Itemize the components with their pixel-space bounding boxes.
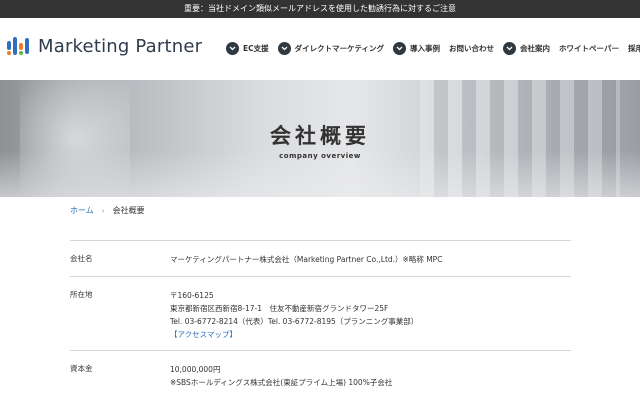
value-line: ※SBSホールディングス株式会社(東証プライム上場) 100%子会社	[170, 378, 393, 387]
nav-item-label: 会社案内	[520, 43, 551, 53]
chevron-right-icon: ›	[101, 206, 105, 215]
chevron-down-icon	[226, 41, 239, 55]
value-line: 10,000,000円	[170, 365, 221, 374]
value-line: マーケティングパートナー株式会社（Marketing Partner Co.,L…	[170, 255, 443, 264]
access-map-link[interactable]: 【アクセスマップ】	[170, 328, 571, 341]
breadcrumb: ホーム › 会社概要	[70, 205, 145, 216]
value-line: Tel. 03-6772-8214（代表）Tel. 03-6772-8195（プ…	[170, 317, 419, 326]
chevron-down-icon	[277, 41, 291, 55]
nav-item-label: ダイレクトマーケティング	[294, 43, 385, 53]
nav-item-label: 採用	[627, 43, 640, 53]
notice-text[interactable]: 重要：当社ドメイン類似メールアドレスを使用した勧誘行為に対するご注意	[184, 4, 456, 13]
main-nav: EC支援 ダイレクトマーケティング 導入事例 お問い合わせ 会社案内 ホワイトペ…	[226, 40, 640, 56]
breadcrumb-home-link[interactable]: ホーム	[70, 205, 94, 216]
hero-banner: 会社概要 company overview	[0, 80, 640, 197]
value-line: 東京都新宿区西新宿8-17-1 住友不動産新宿グランドタワー25F	[170, 304, 389, 313]
value-line: 〒160-6125	[170, 291, 214, 300]
page-subtitle: company overview	[279, 152, 361, 160]
nav-item-whitepaper[interactable]: ホワイトペーパー	[559, 43, 619, 54]
info-row-company-name: 会社名 マーケティングパートナー株式会社（Marketing Partner C…	[70, 240, 571, 276]
nav-item-label: EC支援	[243, 43, 269, 53]
nav-item-ec[interactable]: EC支援	[226, 41, 269, 55]
row-label: 会社名	[70, 254, 93, 263]
brand-name: Marketing Partner	[38, 35, 203, 57]
nav-item-case-studies[interactable]: 導入事例	[393, 41, 441, 55]
nav-item-label: お問い合わせ	[449, 43, 495, 53]
company-info-table: 会社名 マーケティングパートナー株式会社（Marketing Partner C…	[70, 240, 571, 400]
info-row-capital: 資本金 10,000,000円 ※SBSホールディングス株式会社(東証プライム上…	[70, 350, 571, 400]
notice-banner[interactable]: 重要：当社ドメイン類似メールアドレスを使用した勧誘行為に対するご注意	[0, 0, 640, 18]
nav-item-company[interactable]: 会社案内	[503, 41, 551, 55]
row-value: 10,000,000円 ※SBSホールディングス株式会社(東証プライム上場) 1…	[170, 351, 571, 400]
row-value: 〒160-6125 東京都新宿区西新宿8-17-1 住友不動産新宿グランドタワー…	[170, 277, 571, 350]
chevron-down-icon	[393, 41, 407, 55]
page-title: 会社概要	[270, 123, 370, 148]
logo-mark-icon	[6, 35, 32, 57]
row-label: 資本金	[70, 364, 93, 373]
nav-item-contact[interactable]: お問い合わせ	[449, 43, 494, 54]
brand-logo[interactable]: Marketing Partner	[6, 35, 202, 57]
site-header: Marketing Partner EC支援 ダイレクトマーケティング 導入事例…	[0, 18, 640, 76]
nav-item-label: ホワイトペーパー	[559, 43, 619, 53]
breadcrumb-current: 会社概要	[112, 206, 145, 215]
row-value: マーケティングパートナー株式会社（Marketing Partner Co.,L…	[170, 241, 571, 276]
row-label: 所在地	[70, 290, 93, 299]
nav-item-label: 導入事例	[410, 43, 441, 53]
nav-item-recruit[interactable]: 採用	[628, 43, 640, 54]
nav-item-direct-marketing[interactable]: ダイレクトマーケティング	[277, 41, 385, 55]
info-row-address: 所在地 〒160-6125 東京都新宿区西新宿8-17-1 住友不動産新宿グラン…	[70, 276, 571, 350]
chevron-down-icon	[503, 41, 517, 55]
